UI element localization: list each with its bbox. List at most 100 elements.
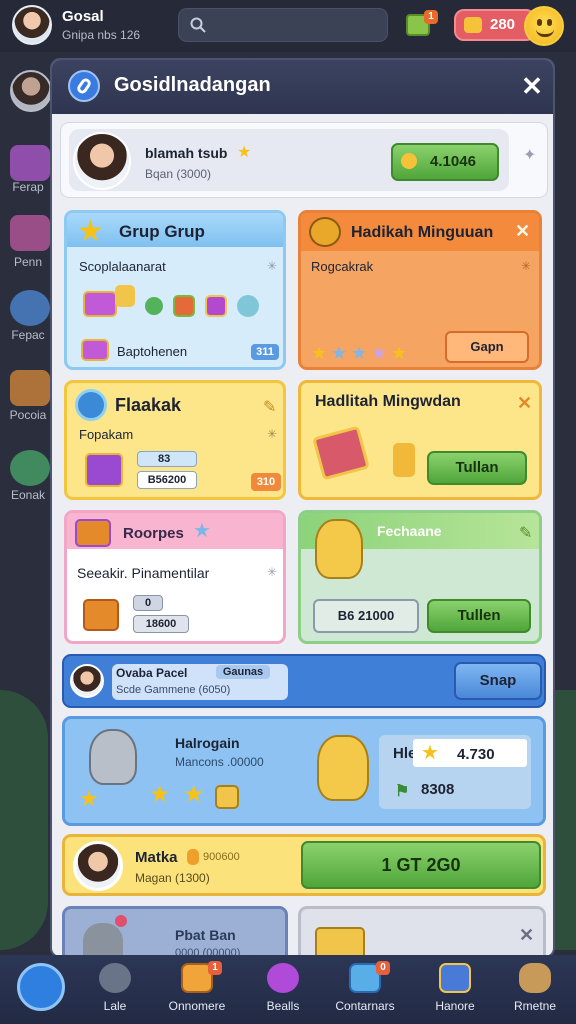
star-icon: ★	[77, 215, 104, 248]
sidebar-item-icon-1[interactable]	[10, 145, 50, 181]
row-ovaba[interactable]: Ovaba Pacel Gaunas Scde Gammene (6050) S…	[62, 654, 546, 708]
star-icon: ★	[183, 781, 205, 808]
row-matka[interactable]: Matka 900600 Magan (1300) 1 GT 2G0	[62, 834, 546, 896]
modal-logo-icon	[68, 70, 100, 102]
card-fechaane[interactable]: Fechaane ✎ B6 21000 Tullen	[298, 510, 542, 644]
star-icon: ★	[331, 343, 348, 363]
background-foliage-right	[555, 690, 576, 950]
box-icon	[439, 963, 471, 993]
sidebar-item-label-1: Ferap	[12, 180, 44, 194]
row-halrogain[interactable]: Halrogain Mancons .00000 ★ ★ ★ Hle ★ 4.7…	[62, 716, 546, 826]
card-roorpes[interactable]: Roorpes ★ Seeakir. Pinamentilar ✳ 0 1860…	[64, 510, 286, 644]
sparkle-icon: ✳	[267, 259, 278, 273]
coin-stack-icon	[115, 285, 135, 307]
card-hadiah-mingwdan[interactable]: Hadlitah Mingwdan ✕ Tullan	[298, 380, 542, 500]
row-matka-sub: Magan (1300)	[135, 871, 210, 885]
card-flaak-sub: Fopakam	[79, 427, 134, 442]
nav-hanore[interactable]: Hanore	[414, 955, 496, 1024]
box-icon	[215, 785, 239, 809]
row-ovaba-button[interactable]: Snap	[454, 662, 542, 700]
star-icon: ★	[311, 343, 328, 363]
globe-icon	[75, 389, 107, 421]
sidebar-item-icon-4[interactable]	[10, 370, 50, 406]
nav-bealls[interactable]: Bealls	[242, 955, 324, 1024]
close-icon[interactable]: ✕	[517, 393, 532, 414]
card-roorpes-title: Roorpes	[123, 525, 184, 542]
gift-badge: 1	[424, 10, 438, 24]
coin-stack-icon	[393, 443, 415, 477]
sparkle-icon: ✳	[267, 565, 278, 579]
row-pbat-right[interactable]: ✕	[298, 906, 546, 956]
gem-icon	[205, 295, 227, 317]
card-hadiah1-title: Hadikah Minguuan	[351, 224, 494, 241]
card-hadiah-mingguan[interactable]: Hadikah Minguuan ✕ Rogcakrak ✳ ★ ★ ★ ★ ★…	[298, 210, 542, 370]
sidebar-item-label-3: Fepac	[11, 328, 45, 342]
card-rechaane-title: Fechaane	[377, 523, 442, 539]
bottom-nav: Lale 1 Onnomere Bealls 0 Contarnars Hano…	[0, 955, 576, 1024]
player-name: Gosal	[62, 8, 104, 25]
row-halrogain-v2: 8308	[421, 781, 455, 798]
gold-character-icon	[315, 927, 365, 956]
profile-sub: Bqan (3000)	[145, 167, 212, 181]
chest-icon	[83, 599, 119, 631]
coin-value: 280	[490, 16, 516, 33]
card-flaak-tag2: B56200	[137, 471, 197, 489]
card-grup-sub: Scoplalaanarat	[79, 259, 166, 274]
modal-title: Gosidlnadangan	[114, 74, 271, 96]
card-hadiah2-button[interactable]: Tullan	[427, 451, 527, 485]
gem-icon	[237, 295, 259, 317]
row-matka-button[interactable]: 1 GT 2G0	[301, 841, 541, 889]
card-hadiah1-sub: Rogcakrak	[311, 259, 374, 274]
star-icon: ★	[391, 343, 408, 363]
home-icon	[17, 963, 65, 1011]
gem-icon	[173, 295, 195, 317]
row-halrogain-v1: 4.730	[457, 746, 495, 763]
orb-icon	[267, 963, 299, 993]
row-matka-tag: 900600	[203, 851, 240, 863]
gem-icon	[145, 297, 163, 315]
row-ovaba-sub: Scde Gammene (6050)	[116, 684, 231, 696]
sidebar-item-icon-2[interactable]	[10, 215, 50, 251]
nav-contarnars[interactable]: 0 Contarnars	[324, 955, 406, 1024]
knight-character-icon	[89, 729, 137, 785]
sparkle-icon: ✳	[521, 259, 532, 273]
card-rechaane-button[interactable]: Tullen	[427, 599, 531, 633]
player-avatar[interactable]	[12, 5, 52, 45]
profile-card: blamah tsub ★ Bqan (3000) 4.1046 ✦	[60, 122, 548, 198]
row-pbat[interactable]: Pbat Ban 0000 (00000)	[62, 906, 288, 956]
star-icon: ★	[351, 343, 368, 363]
card-flaak-tag3: 310	[251, 473, 281, 491]
card-hadiah1-button[interactable]: Gapn	[445, 331, 529, 363]
sidebar-item-label-4: Pocoia	[9, 408, 47, 422]
profile-claim-button[interactable]: 4.1046	[391, 143, 499, 181]
card-flaak-title: Flaakak	[115, 395, 182, 415]
sidebar-item-icon-5[interactable]	[10, 450, 50, 486]
card-flaakak[interactable]: Flaakak ✎ Fopakam ✳ 83 B56200 310	[64, 380, 286, 500]
search-icon	[190, 17, 206, 33]
nav-lale[interactable]: Lale	[74, 955, 156, 1024]
search-input[interactable]	[178, 8, 388, 42]
profile-name: blamah tsub	[145, 145, 228, 161]
emoji-icon[interactable]	[524, 6, 564, 46]
row-halrogain-title: Halrogain	[175, 735, 240, 751]
nav-home[interactable]	[0, 955, 82, 1024]
close-icon[interactable]: ✕	[519, 925, 534, 946]
sidebar-item-icon-3[interactable]	[10, 290, 50, 326]
pin-icon: ✦	[523, 147, 537, 164]
trophy-icon	[309, 217, 341, 247]
flag-icon: ⚑	[395, 783, 410, 800]
card-grup[interactable]: ★ Grup Grup Scoplalaanarat ✳ Baptohenen …	[64, 210, 286, 370]
nav-onnomere[interactable]: 1 Onnomere	[156, 955, 238, 1024]
row-halrogain-sub: Mancons .00000	[175, 755, 264, 769]
close-icon[interactable]: ✕	[515, 221, 530, 242]
card-roorpes-sub: Seeakir. Pinamentilar	[77, 565, 210, 581]
nav-rmetne[interactable]: Rmetne	[494, 955, 576, 1024]
row-matka-avatar	[73, 841, 123, 891]
sidebar-item-label-5: Eonak	[10, 488, 46, 502]
sparkle-icon: ✳	[267, 427, 278, 441]
close-button[interactable]: ✕	[516, 70, 548, 102]
profile-avatar	[73, 132, 131, 190]
sidebar-avatar[interactable]	[10, 70, 52, 112]
card-grup-tag: 311	[251, 344, 279, 360]
coin-icon	[464, 17, 482, 33]
